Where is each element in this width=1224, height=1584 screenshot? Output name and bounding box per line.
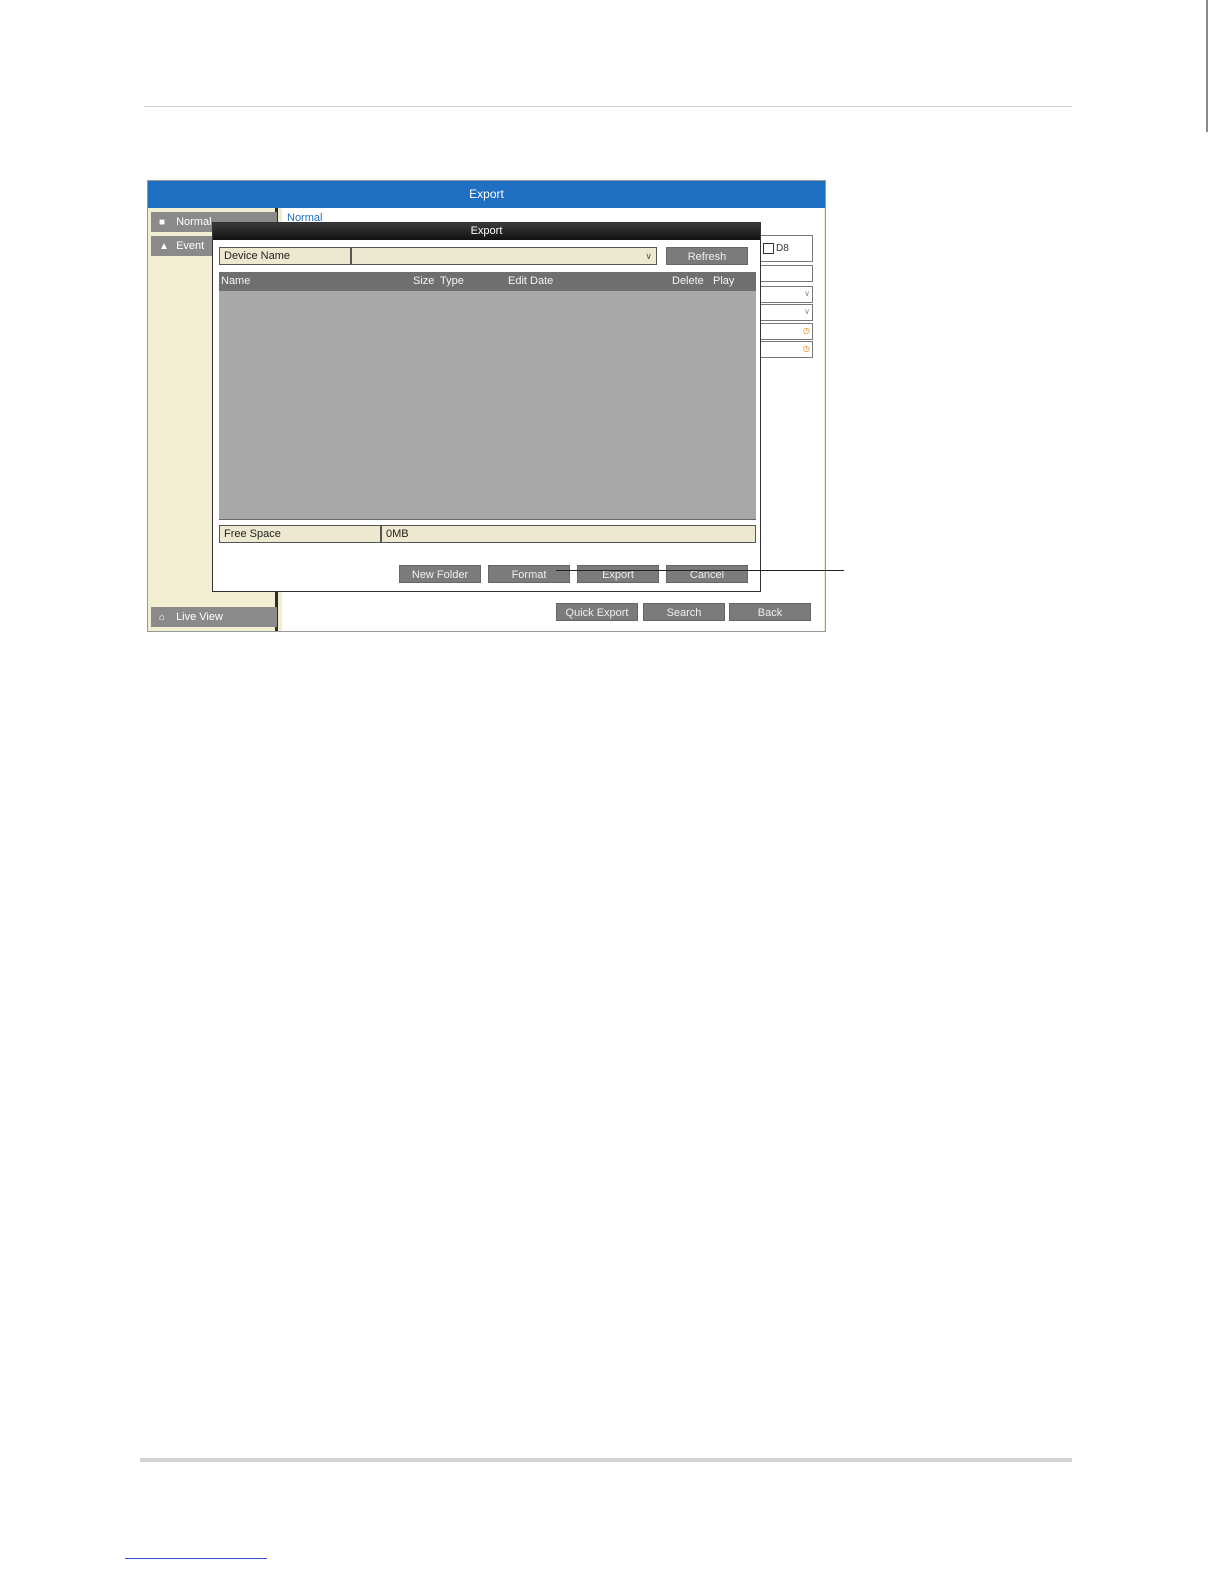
time-field[interactable]: ◷ [759, 341, 813, 358]
edge-line [1206, 0, 1208, 132]
sidebar-item-label: Live View [176, 611, 223, 623]
free-space-label: Free Space [219, 525, 381, 543]
window-title: Export [148, 181, 825, 208]
search-button[interactable]: Search [643, 603, 725, 621]
chevron-down-icon: ∨ [645, 251, 652, 261]
time-field[interactable]: ◷ [759, 323, 813, 340]
file-list[interactable] [219, 291, 756, 520]
sidebar-item-label: Normal [176, 216, 212, 228]
clock-icon: ◷ [803, 326, 810, 335]
chevron-down-icon: ∨ [804, 307, 810, 316]
column-header-edit-date: Edit Date [508, 275, 554, 287]
file-table-header: Name Size Type Edit Date Delete Play [219, 272, 756, 291]
device-name-label: Device Name [219, 247, 351, 265]
folder-icon: ■ [159, 217, 166, 228]
column-header-size: Size [413, 275, 435, 287]
field-box[interactable] [759, 265, 813, 282]
chevron-down-icon: ∨ [804, 289, 810, 298]
callout-line [556, 570, 844, 571]
checkbox-icon [763, 242, 774, 254]
column-header-type: Type [440, 275, 464, 287]
header-rule [144, 106, 1072, 107]
back-button[interactable]: Back [729, 603, 811, 621]
channel-label: D8 [776, 243, 789, 254]
home-icon: ⌂ [159, 612, 166, 623]
export-button[interactable]: Export [577, 565, 659, 583]
format-button[interactable]: Format [488, 565, 570, 583]
dropdown-box[interactable]: ∨ [759, 304, 813, 321]
dialog-title: Export [213, 223, 760, 240]
cancel-button[interactable]: Cancel [666, 565, 748, 583]
channel-checkbox-d8[interactable]: D8 [759, 235, 813, 262]
column-header-delete: Delete [672, 275, 704, 287]
refresh-button[interactable]: Refresh [666, 247, 748, 265]
sidebar-item-label: Event [176, 240, 205, 252]
dropdown-box[interactable]: ∨ [759, 286, 813, 303]
footer-rule [140, 1458, 1072, 1462]
column-header-play: Play [713, 275, 735, 287]
device-name-select[interactable]: ∨ [351, 247, 657, 265]
sidebar-item-live-view[interactable]: ⌂ Live View [151, 607, 277, 627]
footer-link-underline [125, 1558, 267, 1559]
quick-export-button[interactable]: Quick Export [556, 603, 638, 621]
free-space-value: 0MB [381, 525, 756, 543]
clock-icon: ◷ [803, 344, 810, 353]
column-header-name: Name [221, 275, 251, 287]
new-folder-button[interactable]: New Folder [399, 565, 481, 583]
event-icon: ▲ [159, 241, 169, 252]
